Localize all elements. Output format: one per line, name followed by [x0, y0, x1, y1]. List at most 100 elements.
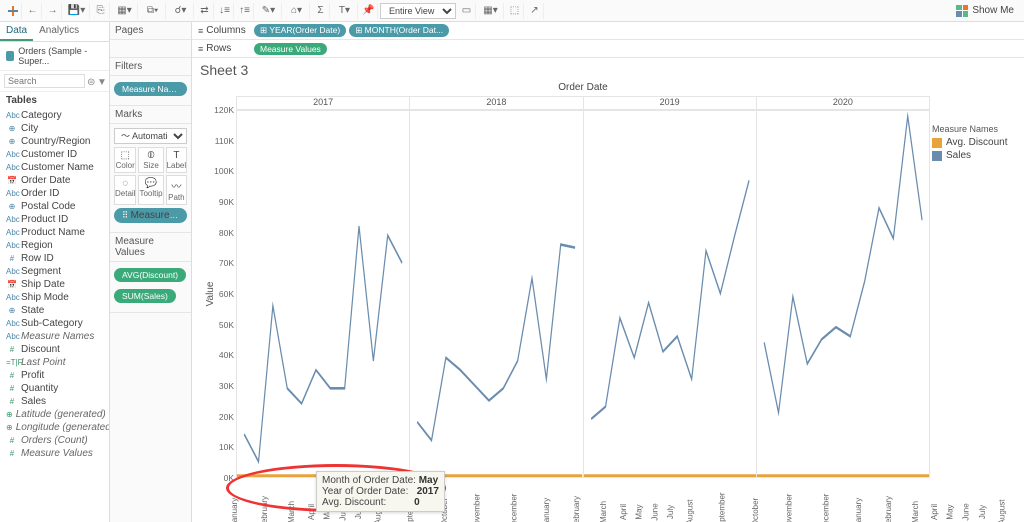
field-label: Quantity: [21, 383, 58, 394]
color-legend[interactable]: Measure Names Avg. Discount Sales: [932, 122, 1016, 162]
presentation-button[interactable]: ▭: [458, 3, 476, 19]
legend-item-discount[interactable]: Avg. Discount: [932, 136, 1016, 149]
sheet-title[interactable]: Sheet 3: [192, 58, 1024, 82]
field-order-date[interactable]: 📅Order Date: [2, 174, 107, 187]
mark-size[interactable]: ⦶Size: [138, 147, 163, 173]
field-orders-count-[interactable]: #Orders (Count): [2, 434, 107, 447]
marks-color-pill[interactable]: ⠿ Measure Names: [114, 208, 187, 223]
field-latitude-generated-[interactable]: ⊕Latitude (generated): [2, 408, 107, 421]
field-label: Postal Code: [21, 201, 75, 212]
mark-tooltip[interactable]: 💬Tooltip: [138, 175, 163, 205]
new-datasource-button[interactable]: ⎘: [92, 3, 110, 19]
field-measure-names[interactable]: AbcMeasure Names: [2, 330, 107, 343]
field-product-id[interactable]: AbcProduct ID: [2, 213, 107, 226]
field-label: Customer ID: [21, 149, 77, 160]
year-header-2017[interactable]: 2017: [236, 96, 410, 110]
measure-values-shelf[interactable]: AVG(Discount) SUM(Sales): [110, 262, 191, 313]
col-pill-month[interactable]: ⊞ MONTH(Order Dat...: [349, 24, 449, 37]
show-me-button[interactable]: Show Me: [956, 5, 1020, 17]
tab-data[interactable]: Data: [0, 22, 33, 41]
field-customer-id[interactable]: AbcCustomer ID: [2, 148, 107, 161]
view-mode-select[interactable]: Entire View: [380, 3, 456, 19]
field-measure-values[interactable]: #Measure Values: [2, 447, 107, 460]
find-icon[interactable]: ▼: [97, 77, 105, 85]
back-button[interactable]: ←: [24, 3, 42, 19]
field-discount[interactable]: #Discount: [2, 343, 107, 356]
mv-pill-sum-sales[interactable]: SUM(Sales): [114, 289, 176, 303]
pages-shelf[interactable]: [110, 40, 191, 58]
field-last-point[interactable]: =T|FLast Point: [2, 356, 107, 369]
rows-shelf[interactable]: Measure Values: [250, 41, 1024, 57]
totals-button[interactable]: Σ: [312, 3, 330, 19]
type-icon: Abc: [6, 111, 18, 120]
pin-button[interactable]: 📌: [360, 3, 378, 19]
field-row-id[interactable]: #Row ID: [2, 252, 107, 265]
field-profit[interactable]: #Profit: [2, 369, 107, 382]
field-customer-name[interactable]: AbcCustomer Name: [2, 161, 107, 174]
field-sales[interactable]: #Sales: [2, 395, 107, 408]
field-country-region[interactable]: ⊕Country/Region: [2, 135, 107, 148]
y-axis[interactable]: Value 0K10K20K30K40K50K60K70K80K90K100K1…: [196, 110, 236, 478]
field-ship-mode[interactable]: AbcShip Mode: [2, 291, 107, 304]
field-segment[interactable]: AbcSegment: [2, 265, 107, 278]
panel-2019[interactable]: [584, 110, 757, 478]
year-header-2018[interactable]: 2018: [410, 96, 583, 110]
field-city[interactable]: ⊕City: [2, 122, 107, 135]
tab-analytics[interactable]: Analytics: [33, 22, 85, 41]
type-icon: Abc: [6, 228, 18, 237]
panel-2017[interactable]: [236, 110, 410, 478]
legend-item-sales[interactable]: Sales: [932, 149, 1016, 162]
field-sub-category[interactable]: AbcSub-Category: [2, 317, 107, 330]
clear-button[interactable]: ☌▾: [168, 3, 194, 19]
new-sheet-button[interactable]: ▦▾: [112, 3, 138, 19]
share-button[interactable]: ↗: [526, 3, 544, 19]
field-label: Country/Region: [21, 136, 90, 147]
field-ship-date[interactable]: 📅Ship Date: [2, 278, 107, 291]
save-button[interactable]: 💾▾: [64, 3, 90, 19]
field-label: Order ID: [21, 188, 59, 199]
field-label: Measure Names: [21, 331, 94, 342]
field-label: Discount: [21, 344, 60, 355]
type-icon: #: [6, 254, 18, 263]
mv-pill-avg-discount[interactable]: AVG(Discount): [114, 268, 186, 282]
mark-color[interactable]: ⬚Color: [114, 147, 136, 173]
download-button[interactable]: ⬚: [506, 3, 524, 19]
field-quantity[interactable]: #Quantity: [2, 382, 107, 395]
group-button[interactable]: ⌂▾: [284, 3, 310, 19]
mark-label[interactable]: TLabel: [166, 147, 188, 173]
datasource-row[interactable]: Orders (Sample - Super...: [0, 42, 109, 71]
mark-detail[interactable]: ◌Detail: [114, 175, 136, 205]
field-product-name[interactable]: AbcProduct Name: [2, 226, 107, 239]
filter-icon[interactable]: ⊜: [87, 77, 95, 85]
highlight-button[interactable]: ✎▾: [256, 3, 282, 19]
cards-button[interactable]: ▦▾: [478, 3, 504, 19]
labels-button[interactable]: T▾: [332, 3, 358, 19]
marks-card: ～ AutomaticAutomatic ⬚Color⦶SizeTLabel ◌D…: [110, 124, 191, 233]
year-header-2020[interactable]: 2020: [757, 96, 930, 110]
columns-shelf[interactable]: ⊞ YEAR(Order Date) ⊞ MONTH(Order Dat...: [250, 22, 1024, 39]
year-header-2019[interactable]: 2019: [584, 96, 757, 110]
field-state[interactable]: ⊕State: [2, 304, 107, 317]
col-pill-year[interactable]: ⊞ YEAR(Order Date): [254, 24, 346, 37]
panel-2018[interactable]: [410, 110, 583, 478]
swap-button[interactable]: ⇄: [196, 3, 214, 19]
chart[interactable]: Order Date 2017201820192020 Value 0K10K2…: [196, 82, 930, 518]
field-postal-code[interactable]: ⊕Postal Code: [2, 200, 107, 213]
field-region[interactable]: AbcRegion: [2, 239, 107, 252]
panel-2020[interactable]: [757, 110, 930, 478]
mark-type-select[interactable]: ～ AutomaticAutomatic: [114, 128, 187, 144]
sort-desc-button[interactable]: ↑≡: [236, 3, 254, 19]
row-pill-measure-values[interactable]: Measure Values: [254, 43, 327, 55]
tableau-logo-icon[interactable]: [4, 3, 22, 19]
filters-shelf[interactable]: Measure Names: [110, 76, 191, 106]
field-longitude-generated-[interactable]: ⊕Longitude (generated): [2, 421, 107, 434]
field-order-id[interactable]: AbcOrder ID: [2, 187, 107, 200]
sort-asc-button[interactable]: ↓≡: [216, 3, 234, 19]
duplicate-button[interactable]: ⧉▾: [140, 3, 166, 19]
field-category[interactable]: AbcCategory: [2, 109, 107, 122]
search-input[interactable]: [4, 74, 85, 88]
forward-button[interactable]: →: [44, 3, 62, 19]
mark-path[interactable]: 〰Path: [166, 175, 188, 205]
filter-pill-measure-names[interactable]: Measure Names: [114, 82, 187, 96]
type-icon: Abc: [6, 241, 18, 250]
